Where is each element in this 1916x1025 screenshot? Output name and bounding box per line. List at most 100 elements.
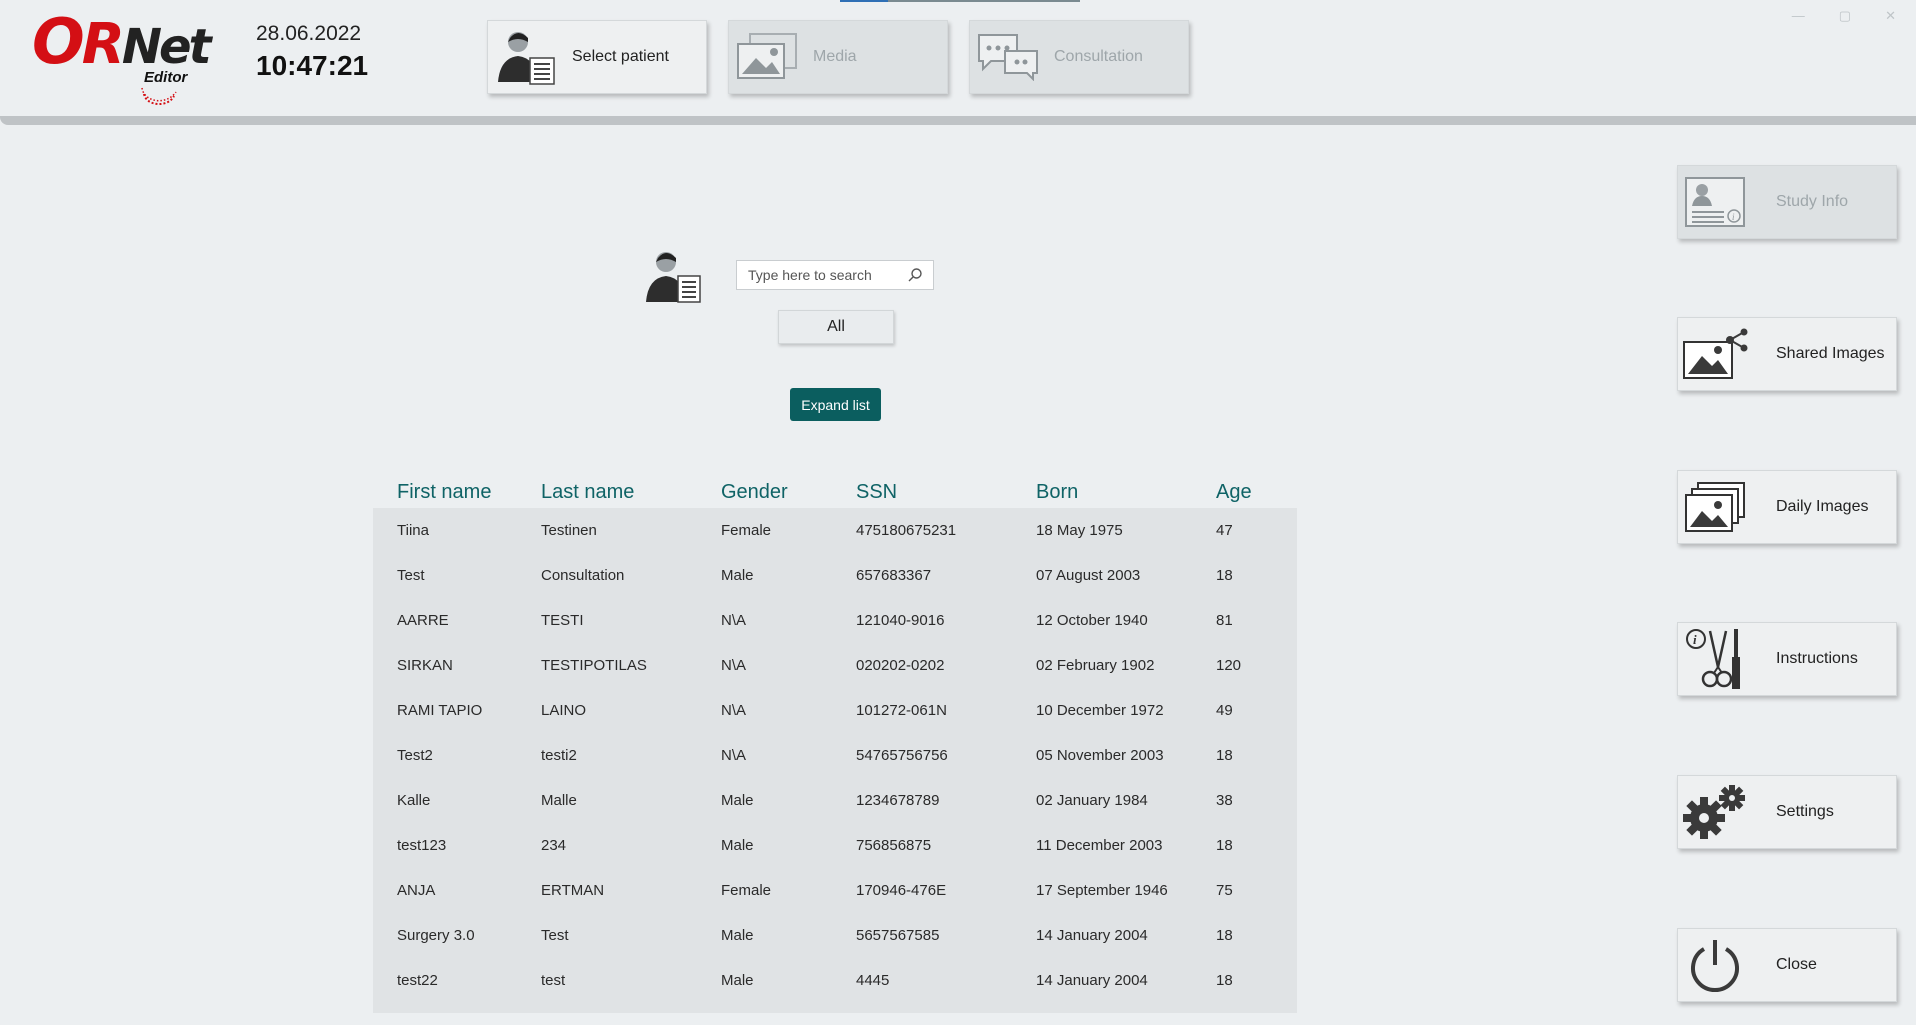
filter-all-button[interactable]: All <box>778 310 894 344</box>
cell-first-name: test123 <box>397 837 447 854</box>
select-patient-label: Select patient <box>572 48 669 65</box>
table-row[interactable]: AARRE TESTI N\A 121040-9016 12 October 1940 8… <box>373 598 1297 643</box>
media-button[interactable]: Media <box>728 20 948 94</box>
cell-age: 18 <box>1216 567 1233 584</box>
table-row[interactable]: Surgery 3.0 Test Male 5657567585 14 January … <box>373 913 1297 958</box>
cell-gender: N\A <box>721 612 747 629</box>
study-info-label: Study Info <box>1776 193 1849 210</box>
cell-first-name: Kalle <box>397 792 431 809</box>
cell-born: 02 February 1902 <box>1036 657 1155 674</box>
cell-last-name: 234 <box>541 837 567 854</box>
cell-first-name: ANJA <box>397 882 436 899</box>
cell-last-name: TESTIPOTILAS <box>541 657 647 674</box>
consultation-icon <box>976 26 1040 88</box>
cell-ssn: 121040-9016 <box>856 612 945 629</box>
cell-gender: N\A <box>721 747 747 764</box>
study-info-button[interactable]: i Study Info <box>1677 165 1897 239</box>
shared-images-button[interactable]: Shared Images <box>1677 317 1897 391</box>
header-divider <box>0 116 1916 125</box>
cell-born: 07 August 2003 <box>1036 567 1141 584</box>
instructions-label: Instructions <box>1776 650 1858 667</box>
table-row[interactable]: Test Consultation Male 657683367 07 August 2… <box>373 553 1297 598</box>
cell-gender: Male <box>721 792 754 809</box>
table-row[interactable]: Kalle Malle Male 1234678789 02 January 1984 3… <box>373 778 1297 823</box>
cell-last-name: TESTI <box>541 612 584 629</box>
table-row[interactable]: SIRKAN TESTIPOTILAS N\A 020202-0202 02 Febru… <box>373 643 1297 688</box>
table-row[interactable]: RAMI TAPIO LAINO N\A 101272-061N 10 December… <box>373 688 1297 733</box>
cell-age: 120 <box>1216 657 1242 674</box>
table-row[interactable]: Tiina Testinen Female 475180675231 18 May 19… <box>373 508 1297 553</box>
table-row[interactable]: Test2 testi2 N\A 54765756756 05 November 200… <box>373 733 1297 778</box>
cell-last-name: ERTMAN <box>541 882 605 899</box>
cell-gender: Male <box>721 567 754 584</box>
daily-images-icon <box>1682 474 1748 540</box>
cell-last-name: testi2 <box>541 747 577 764</box>
cell-first-name: RAMI TAPIO <box>397 702 483 719</box>
ornet-editor-logo: ORNet Editor <box>32 5 222 105</box>
window-close-icon[interactable]: ✕ <box>1885 8 1896 24</box>
column-header-age[interactable]: Age <box>1216 481 1297 508</box>
column-header-ssn[interactable]: SSN <box>856 481 1036 508</box>
cell-last-name: Malle <box>541 792 577 809</box>
select-patient-button[interactable]: Select patient <box>487 20 707 94</box>
cell-gender: Male <box>721 837 754 854</box>
cell-last-name: Consultation <box>541 567 625 584</box>
logo-text: ORNet <box>32 5 212 78</box>
cell-ssn: 475180675231 <box>856 522 957 539</box>
cell-ssn: 5657567585 <box>856 927 940 944</box>
cell-ssn: 4445 <box>856 972 890 989</box>
settings-label: Settings <box>1776 803 1834 820</box>
daily-images-button[interactable]: Daily Images <box>1677 470 1897 544</box>
cell-first-name: Test <box>397 567 425 584</box>
cell-ssn: 54765756756 <box>856 747 948 764</box>
cell-born: 18 May 1975 <box>1036 522 1123 539</box>
column-header-gender[interactable]: Gender <box>721 481 856 508</box>
table-row[interactable]: ANJA ERTMAN Female 170946-476E 17 September … <box>373 868 1297 913</box>
cell-ssn: 657683367 <box>856 567 932 584</box>
cell-gender: N\A <box>721 702 747 719</box>
current-date: 28.06.2022 <box>256 22 362 45</box>
study-info-icon: i <box>1682 169 1748 235</box>
cell-gender: Male <box>721 972 754 989</box>
table-row[interactable]: test123 234 Male 756856875 11 December 2003 1… <box>373 823 1297 868</box>
column-header-last-name[interactable]: Last name <box>541 481 721 508</box>
search-input[interactable] <box>746 266 910 284</box>
cell-first-name: SIRKAN <box>397 657 453 674</box>
power-icon <box>1682 932 1748 998</box>
column-header-born[interactable]: Born <box>1036 481 1216 508</box>
cell-ssn: 170946-476E <box>856 882 947 899</box>
daily-images-label: Daily Images <box>1776 498 1869 515</box>
cell-born: 11 December 2003 <box>1036 837 1163 854</box>
shared-images-label: Shared Images <box>1776 345 1885 362</box>
search-icon[interactable] <box>907 267 923 283</box>
cell-gender: Female <box>721 522 772 539</box>
app-header: — ▢ ✕ ORNet Editor 28.06.2022 10:47:21 S… <box>0 0 1916 118</box>
cell-first-name: AARRE <box>397 612 449 629</box>
cell-born: 10 December 1972 <box>1036 702 1164 719</box>
instructions-button[interactable]: i Instructions <box>1677 622 1897 696</box>
table-row[interactable]: test22 test Male 4445 14 January 2004 18 <box>373 958 1297 1003</box>
patient-icon <box>494 26 558 88</box>
maximize-icon[interactable]: ▢ <box>1839 8 1851 24</box>
close-button[interactable]: Close <box>1677 928 1897 1002</box>
close-label: Close <box>1776 956 1817 973</box>
cell-first-name: Surgery 3.0 <box>397 927 475 944</box>
consultation-button[interactable]: Consultation <box>969 20 1189 94</box>
window-controls: — ▢ ✕ <box>1792 8 1896 24</box>
cell-ssn: 020202-0202 <box>856 657 945 674</box>
minimize-icon[interactable]: — <box>1792 8 1805 24</box>
shared-images-icon <box>1682 321 1748 387</box>
cell-born: 14 January 2004 <box>1036 972 1148 989</box>
cell-age: 81 <box>1216 612 1233 629</box>
settings-button[interactable]: Settings <box>1677 775 1897 849</box>
expand-list-button[interactable]: Expand list <box>790 388 881 421</box>
patient-search-box <box>736 260 934 290</box>
cell-last-name: test <box>541 972 566 989</box>
table-body: Tiina Testinen Female 475180675231 18 May 19… <box>373 508 1297 1013</box>
cell-ssn: 101272-061N <box>856 702 947 719</box>
cell-born: 02 January 1984 <box>1036 792 1148 809</box>
cell-age: 75 <box>1216 882 1233 899</box>
cell-age: 18 <box>1216 972 1233 989</box>
column-header-first-name[interactable]: First name <box>373 481 541 508</box>
cell-ssn: 756856875 <box>856 837 932 854</box>
